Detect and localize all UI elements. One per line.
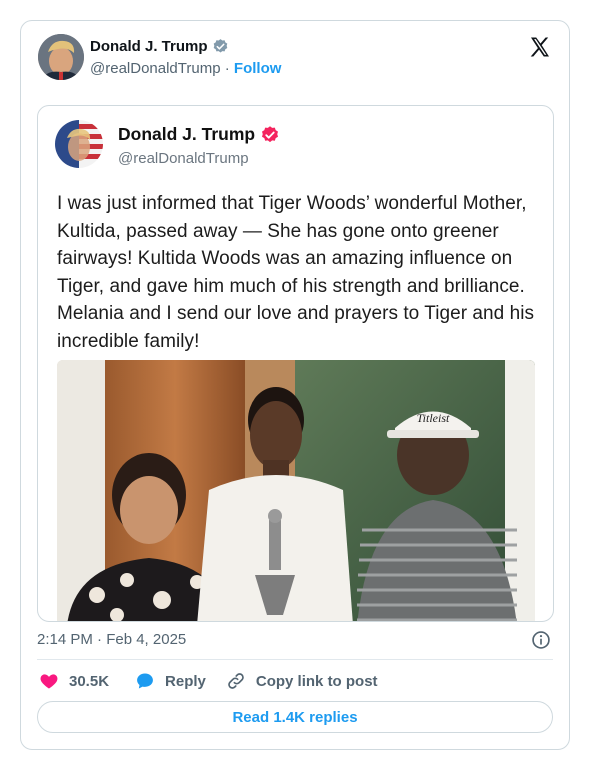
author-handle[interactable]: @realDonaldTrump [90,60,221,77]
cap-logo-text: Titleist [417,411,450,425]
reply-label: Reply [165,672,206,690]
verified-badge-icon [262,125,279,142]
quoted-post-text: I was just informed that Tiger Woods’ wo… [57,193,535,352]
read-replies-button[interactable]: Read 1.4K replies [37,701,553,733]
quoted-avatar [55,120,103,168]
author-name-text[interactable]: Donald J. Trump [90,38,208,55]
reply-button[interactable]: Reply [135,671,206,691]
author-name[interactable]: Donald J. Trump [90,38,229,55]
copy-link-button[interactable]: Copy link to post [226,671,378,691]
like-count: 30.5K [69,672,110,690]
author-avatar[interactable] [38,34,84,80]
quoted-author-name: Donald J. Trump [118,124,280,145]
follow-link[interactable]: Follow [234,60,282,77]
x-logo-icon[interactable] [528,35,552,59]
link-icon [228,673,244,689]
quoted-post-image[interactable]: Donald J. Trump @realDonaldTrump I was j… [37,105,554,622]
quoted-author-name-text: Donald J. Trump [118,124,256,144]
post-timestamp[interactable]: 2:14 PM · Feb 4, 2025 [37,631,186,648]
heart-icon [40,674,58,689]
family-photo: Titleist [57,360,535,621]
author-handle-line: @realDonaldTrump · Follow [90,60,281,77]
quoted-author-handle: @realDonaldTrump [118,150,249,167]
like-button[interactable]: 30.5K [39,671,109,691]
reply-bubble-icon [137,673,153,689]
copy-link-label: Copy link to post [255,672,378,690]
handle-separator: · [224,60,230,77]
verified-badge-icon [213,39,227,53]
info-icon[interactable] [531,630,551,650]
divider [37,659,553,660]
embedded-post-card: Donald J. Trump @realDonaldTrump · Follo… [20,20,570,750]
action-bar: 30.5K Reply Copy link to post [39,669,378,693]
